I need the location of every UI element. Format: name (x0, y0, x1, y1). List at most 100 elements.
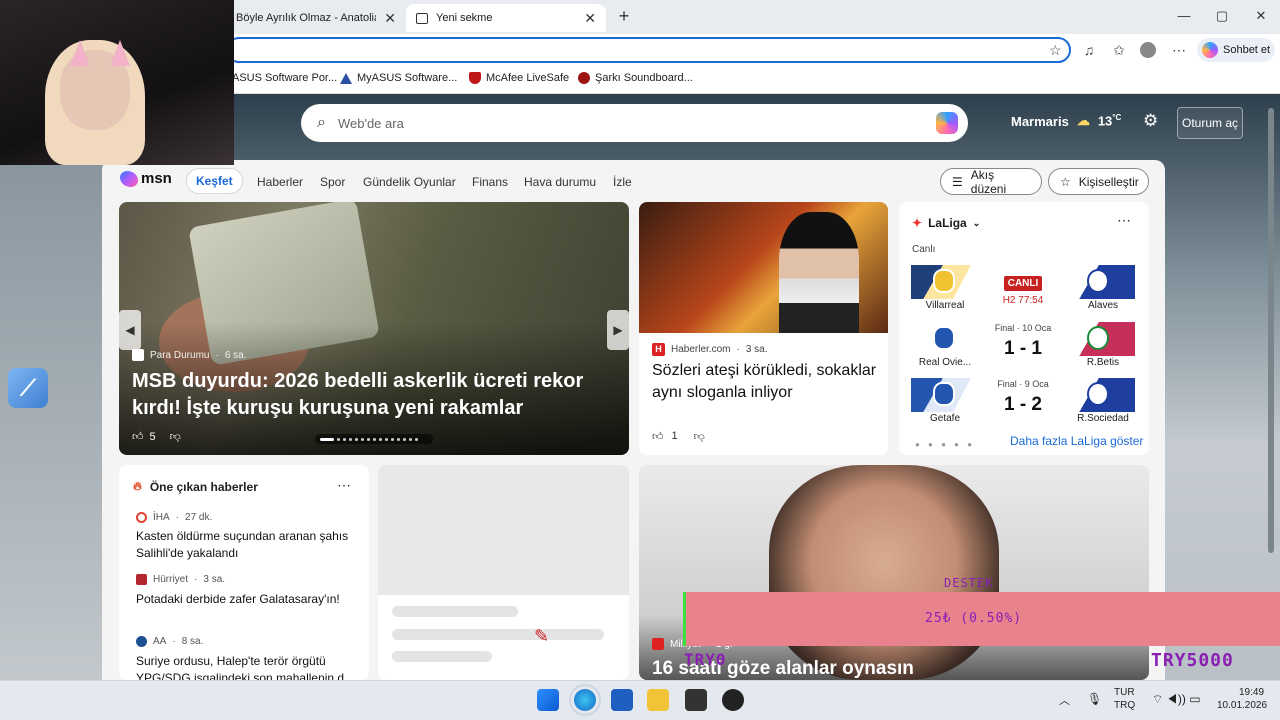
nav-izle[interactable]: İzle (613, 172, 632, 192)
copilot-chat-button[interactable]: Sohbet et (1197, 38, 1275, 62)
msn-logo[interactable]: msn (120, 170, 172, 187)
carousel-next-button[interactable]: ▶ (607, 310, 629, 350)
item-source-name: İHA (153, 512, 170, 523)
edge-browser-icon[interactable] (569, 684, 601, 716)
feed-layout-label: Akış düzeni (970, 167, 1007, 196)
laliga-header[interactable]: ✦ LaLiga ⌄ (912, 216, 980, 230)
item-age: 8 sa. (181, 636, 204, 647)
news-card-large[interactable]: Milliyet·1 g. 16 saati göze alanlar oyna… (639, 465, 1149, 680)
hero-source: Para Durumu · 6 sa. (132, 349, 247, 361)
tab-title: Yeni sekme (436, 12, 493, 24)
hero-reactions: 👍︎ 5 👎︎ (132, 430, 181, 444)
match-status: Final · 10 Oca (994, 323, 1052, 333)
donation-amount: 25₺ (0.50%) (925, 611, 1023, 626)
source-logo-icon (136, 512, 147, 523)
favorites-icon[interactable]: ✩ (1110, 42, 1128, 59)
match-row[interactable]: CANLI H2 77:54 Villarreal Alaves (911, 265, 1135, 313)
close-window-button[interactable]: ✕ (1251, 8, 1271, 24)
media-icon[interactable]: ♫ (1080, 42, 1098, 58)
microphone-icon[interactable]: 🎙︎ (1087, 692, 1102, 706)
nav-spor[interactable]: Spor (320, 172, 345, 192)
personalize-label: Kişiselleştir (1078, 174, 1139, 189)
search-input[interactable]: Web'de ara (338, 116, 404, 131)
close-tab-icon[interactable]: ✕ (384, 10, 396, 27)
away-team: R.Betis (1086, 357, 1120, 368)
file-explorer-icon[interactable] (647, 689, 669, 711)
list-item[interactable]: Potadaki derbide zafer Galatasaray'ın! (136, 591, 356, 608)
tab-favicon-icon (416, 12, 428, 24)
nav-finans[interactable]: Finans (472, 172, 508, 192)
more-laliga-link[interactable]: Daha fazla LaLiga göster (1010, 434, 1143, 448)
weather-widget[interactable]: Marmaris ☁ 13°C (1011, 113, 1121, 129)
feed-layout-button[interactable]: ☰ Akış düzeni (940, 167, 1042, 196)
carousel-prev-button[interactable]: ◀ (119, 310, 141, 350)
bookmark-asus[interactable]: ASUS Software Por... (232, 72, 337, 84)
new-tab-button[interactable]: + (614, 6, 634, 27)
featured-header: 🔥︎ Öne çıkan haberler (133, 479, 258, 494)
list-item[interactable]: Kasten öldürme suçundan aranan şahıs Sal… (136, 528, 356, 562)
copilot-search-icon[interactable] (936, 112, 958, 134)
star-edit-icon: ☆ (1060, 174, 1071, 189)
scrollbar[interactable] (1266, 96, 1276, 676)
store-icon[interactable] (611, 689, 633, 711)
hero-news-card[interactable]: ◀ ▶ Para Durumu · 6 sa. MSB duyurdu: 2026 … (119, 202, 629, 455)
weather-unit: °C (1112, 113, 1122, 123)
news-image-person (779, 212, 859, 333)
team-crest-icon (1087, 326, 1109, 350)
sign-in-button[interactable]: Oturum aç (1177, 107, 1243, 139)
bookmark-myasus[interactable]: MyASUS Software... (340, 72, 457, 84)
tab-active[interactable]: Yeni sekme ✕ (406, 4, 606, 32)
thumbs-up-icon[interactable]: 👍︎ (132, 430, 144, 443)
sliders-icon: ☰ (952, 174, 963, 189)
favorite-star-icon[interactable]: ☆ (1049, 42, 1062, 59)
scrollbar-thumb[interactable] (1268, 108, 1274, 553)
clock-time[interactable]: 19:49 (1239, 687, 1264, 698)
wifi-volume-battery-icons[interactable]: ⌔ ◀)) ▭ (1152, 692, 1201, 707)
chevron-up-icon[interactable]: ︿ (1059, 692, 1070, 708)
minimize-button[interactable]: — (1174, 8, 1194, 23)
source-logo-icon (136, 574, 147, 585)
language-indicator[interactable]: TUR (1114, 687, 1135, 698)
carousel-dots[interactable] (315, 434, 433, 444)
chevron-down-icon: ⌄ (972, 217, 981, 228)
match-row[interactable]: Final · 10 Oca 1 - 1 Real Ovie... R.Beti… (911, 322, 1135, 370)
obs-app-icon[interactable] (685, 689, 707, 711)
more-options-icon[interactable]: ⋯ (337, 477, 351, 494)
thumbs-down-icon[interactable]: 👎︎ (694, 430, 705, 443)
nav-hava-durumu[interactable]: Hava durumu (524, 172, 596, 192)
news-card[interactable]: H Haberler.com · 3 sa. Sözleri ateşi körükl… (639, 202, 888, 455)
nav-kesfet[interactable]: Keşfet (186, 168, 243, 194)
address-bar[interactable] (226, 37, 1071, 63)
card-title[interactable]: Sözleri ateşi körükledi, sokaklar aynı s… (652, 360, 880, 404)
bookmark-soundboard[interactable]: Şarkı Soundboard... (578, 72, 693, 84)
web-search-box[interactable]: ⌕ Web'de ara (301, 104, 968, 142)
copilot-label: Sohbet et (1223, 44, 1271, 56)
match-row[interactable]: Final · 9 Oca 1 - 2 Getafe R.Sociedad (911, 378, 1135, 426)
windows-start-icon[interactable] (537, 689, 559, 711)
bookmark-label: McAfee LiveSafe (486, 72, 570, 84)
side-widget-icon[interactable]: ⟋ (8, 368, 48, 408)
thumbs-up-icon[interactable]: 👍︎ (652, 430, 664, 443)
maximize-button[interactable]: ▢ (1212, 8, 1232, 24)
bookmark-mcafee[interactable]: McAfee LiveSafe (469, 72, 569, 84)
app-icon[interactable] (722, 689, 744, 711)
match-score: 1 - 1 (1003, 338, 1043, 359)
loading-line (392, 629, 604, 640)
card-reactions: 👍︎ 1 👎︎ (652, 430, 705, 443)
nav-haberler[interactable]: Haberler (257, 172, 303, 192)
tab-inactive[interactable]: Böyle Ayrılık Olmaz - Anatolian Psy ✕ (226, 4, 406, 32)
list-item[interactable]: Suriye ordusu, Halep'te terör örgütü YPG… (136, 653, 356, 680)
more-menu-icon[interactable]: ⋯ (1170, 42, 1188, 59)
pager-dots[interactable]: ● ● ● ● ● (915, 440, 975, 449)
loading-line (392, 606, 518, 617)
close-tab-icon[interactable]: ✕ (584, 10, 596, 27)
more-options-icon[interactable]: ⋯ (1117, 212, 1131, 229)
thumbs-down-icon[interactable]: 👎︎ (170, 430, 181, 443)
nav-gundelik-oyunlar[interactable]: Gündelik Oyunlar (363, 172, 456, 192)
team-crest-icon (1087, 382, 1109, 406)
profile-avatar[interactable] (1140, 42, 1156, 58)
logo-text: msn (141, 170, 172, 187)
settings-gear-icon[interactable]: ⚙ (1143, 111, 1158, 131)
personalize-button[interactable]: ☆ Kişiselleştir (1048, 168, 1149, 195)
hero-title[interactable]: MSB duyurdu: 2026 bedelli askerlik ücret… (132, 368, 622, 422)
